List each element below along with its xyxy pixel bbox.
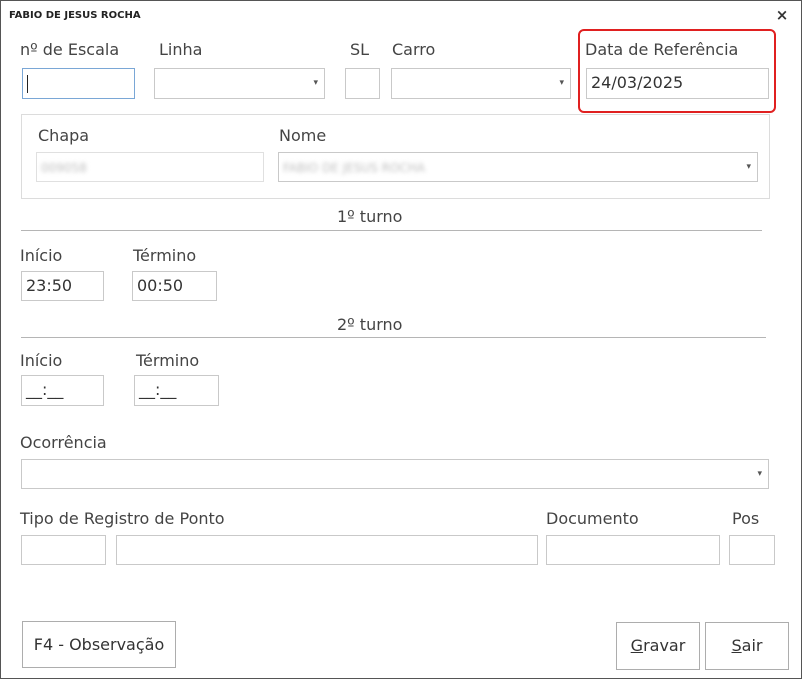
window-title: FABIO DE JESUS ROCHA	[9, 10, 141, 21]
title-bar: FABIO DE JESUS ROCHA ×	[1, 1, 801, 29]
tipo-registro-code-input[interactable]	[21, 535, 106, 565]
dropdown-arrow-icon: ▾	[559, 78, 564, 88]
carro-select[interactable]: ▾	[391, 68, 571, 99]
turno2-inicio-value: __:__	[26, 380, 64, 399]
dropdown-arrow-icon: ▾	[313, 78, 318, 88]
tipo-registro-desc-input[interactable]	[116, 535, 538, 565]
escala-input[interactable]	[22, 68, 135, 99]
documento-input[interactable]	[546, 535, 720, 565]
linha-select[interactable]: ▾	[154, 68, 325, 99]
gravar-button-mnemonic: G	[630, 636, 644, 655]
carro-label: Carro	[392, 40, 436, 59]
ocorrencia-select[interactable]: ▾	[21, 459, 769, 489]
chapa-input[interactable]: 009058	[36, 152, 264, 182]
turno2-inicio-input[interactable]: __:__	[21, 375, 104, 406]
turno1-inicio-label: Início	[20, 246, 63, 265]
turno1-termino-input[interactable]: 00:50	[132, 271, 217, 301]
turno2-divider	[21, 337, 766, 338]
turno1-title: 1º turno	[337, 207, 403, 226]
turno1-termino-value: 00:50	[137, 276, 184, 295]
gravar-button[interactable]: Gravar	[616, 622, 700, 670]
observacao-button-label: F4 - Observação	[33, 635, 165, 654]
turno1-termino-label: Término	[133, 246, 197, 265]
linha-label: Linha	[159, 40, 203, 59]
documento-label: Documento	[546, 509, 639, 528]
pos-label: Pos	[732, 509, 760, 528]
sl-input[interactable]	[345, 68, 380, 99]
turno1-divider	[21, 230, 762, 231]
gravar-button-label: ravar	[643, 636, 686, 655]
sair-button[interactable]: Sair	[705, 622, 789, 670]
nome-label: Nome	[279, 126, 327, 145]
ocorrencia-label: Ocorrência	[20, 433, 107, 452]
turno2-termino-label: Término	[136, 351, 200, 370]
turno2-inicio-label: Início	[20, 351, 63, 370]
text-caret	[27, 75, 28, 93]
nome-select[interactable]: FABIO DE JESUS ROCHA ▾	[278, 152, 758, 182]
turno2-termino-value: __:__	[139, 380, 177, 399]
close-icon[interactable]: ×	[773, 6, 791, 24]
observacao-button[interactable]: F4 - Observação	[22, 621, 176, 668]
turno2-termino-input[interactable]: __:__	[134, 375, 219, 406]
form-window: FABIO DE JESUS ROCHA × nº de Escala Linh…	[0, 0, 802, 679]
tipo-registro-label: Tipo de Registro de Ponto	[20, 509, 225, 528]
dropdown-arrow-icon: ▾	[746, 162, 751, 172]
turno1-inicio-value: 23:50	[26, 276, 73, 295]
sair-button-label: air	[741, 636, 763, 655]
highlight-box	[578, 29, 776, 113]
chapa-label: Chapa	[38, 126, 90, 145]
sl-label: SL	[350, 40, 370, 59]
dropdown-arrow-icon: ▾	[757, 469, 762, 479]
nome-value: FABIO DE JESUS ROCHA	[283, 161, 426, 175]
chapa-value: 009058	[41, 161, 87, 175]
pos-input[interactable]	[729, 535, 775, 565]
escala-label: nº de Escala	[20, 40, 120, 59]
turno2-title: 2º turno	[337, 315, 403, 334]
turno1-inicio-input[interactable]: 23:50	[21, 271, 104, 301]
sair-button-mnemonic: S	[731, 636, 742, 655]
